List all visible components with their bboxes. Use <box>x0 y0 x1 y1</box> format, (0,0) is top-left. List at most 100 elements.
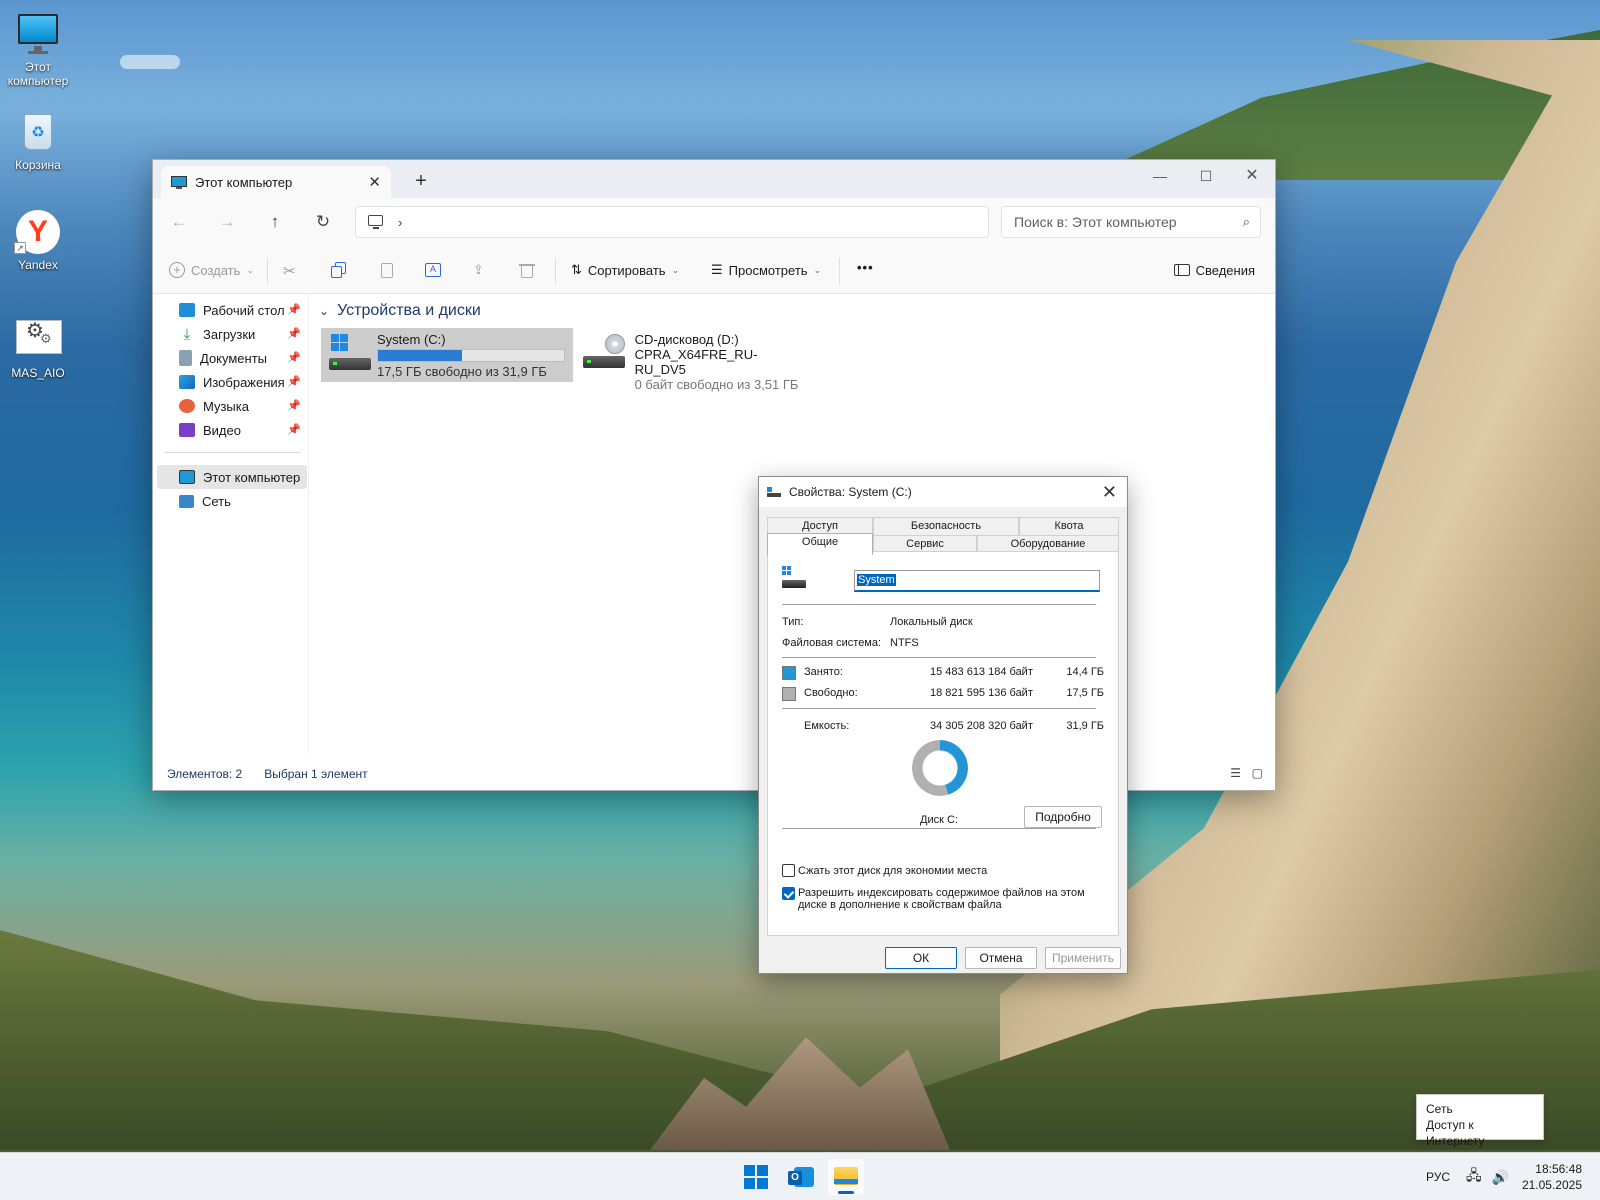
system-tray-network-volume[interactable]: 🖧 🔊 <box>1466 1153 1509 1200</box>
pin-icon[interactable]: 📌 <box>287 351 301 364</box>
videos-icon <box>179 423 195 437</box>
breadcrumb-chevron-icon[interactable]: › <box>398 215 402 230</box>
chevron-down-icon: ⌄ <box>813 264 822 275</box>
forward-button[interactable]: → <box>215 212 239 232</box>
up-button[interactable]: ↑ <box>263 212 287 232</box>
dialog-titlebar: Свойства: System (C:) <box>759 477 1127 507</box>
chevron-down-icon: ⌄ <box>319 304 330 318</box>
apply-button[interactable]: Применить <box>1045 947 1121 969</box>
filesystem-value: NTFS <box>890 637 919 649</box>
pin-icon[interactable]: 📌 <box>287 375 301 388</box>
pictures-icon <box>179 375 195 389</box>
volume-name-input[interactable]: System <box>854 570 1100 592</box>
drive-name: System (C:) <box>377 332 446 347</box>
tab-general[interactable]: Общие <box>767 533 873 555</box>
network-icon <box>179 494 194 508</box>
sidebar-item-network[interactable]: Сеть <box>157 489 307 513</box>
selection-count: Выбран 1 элемент <box>264 767 368 781</box>
drive-free-space: 0 байт свободно из 3,51 ГБ <box>634 377 799 392</box>
rename-button[interactable]: A <box>425 262 441 278</box>
tiles-view-icon[interactable]: ▢ <box>1252 766 1263 780</box>
dialog-close-button[interactable]: ✕ <box>1102 482 1117 503</box>
pin-icon[interactable]: 📌 <box>287 423 301 436</box>
downloads-icon: ⤓ <box>183 325 191 343</box>
refresh-button[interactable]: ↻ <box>311 212 335 232</box>
tab-security[interactable]: Безопасность <box>873 517 1019 535</box>
sidebar-item-music[interactable]: Музыка 📌 <box>157 394 307 418</box>
drive-usage-bar <box>377 349 565 362</box>
language-indicator[interactable]: РУС <box>1426 1153 1450 1200</box>
details-pane-button[interactable]: Сведения <box>1173 262 1255 278</box>
desktop-icon-yandex[interactable]: Y ↗ Yandex <box>3 210 73 272</box>
index-checkbox[interactable] <box>782 887 795 900</box>
tab-quota[interactable]: Квота <box>1019 517 1119 535</box>
close-window-button[interactable]: ✕ <box>1229 160 1275 192</box>
details-view-icon[interactable]: ☰ <box>1230 766 1241 780</box>
pin-icon[interactable]: 📌 <box>287 399 301 412</box>
clock[interactable]: 18:56:48 21.05.2025 <box>1522 1153 1582 1200</box>
create-button[interactable]: + Создать ⌄ <box>169 262 254 278</box>
file-explorer-app-button[interactable] <box>828 1159 864 1195</box>
dialog-title: Свойства: System (C:) <box>789 485 912 499</box>
monitor-icon <box>179 470 195 484</box>
sort-arrows-icon: ⇅ <box>571 262 582 277</box>
chevron-down-icon: ⌄ <box>671 264 680 275</box>
disk-label: Диск C: <box>920 814 958 826</box>
tab-this-pc[interactable]: Этот компьютер ✕ <box>161 166 391 198</box>
compress-checkbox[interactable] <box>782 864 795 877</box>
drive-c[interactable]: System (C:) 17,5 ГБ свободно из 31,9 ГБ <box>321 328 573 382</box>
yandex-icon: Y ↗ <box>14 210 60 254</box>
search-input[interactable]: Поиск в: Этот компьютер ⌕ <box>1001 206 1261 238</box>
desktop-icon-this-pc[interactable]: Этот компьютер <box>3 12 73 88</box>
outlook-app-button[interactable]: O <box>788 1163 816 1191</box>
monitor-icon <box>171 174 187 190</box>
ok-button[interactable]: ОК <box>885 947 957 969</box>
view-button[interactable]: ☰ Просмотреть ⌄ <box>711 262 821 278</box>
trash-icon <box>519 262 535 278</box>
start-button[interactable] <box>744 1165 768 1189</box>
desktop-icon <box>179 303 195 317</box>
minimize-button[interactable]: — <box>1137 160 1183 192</box>
paste-button[interactable] <box>379 262 395 278</box>
drive-d[interactable]: CD-дисковод (D:) CPRA_X64FRE_RU-RU_DV5 0… <box>575 328 815 392</box>
close-tab-icon[interactable]: ✕ <box>368 173 381 191</box>
used-color-swatch <box>782 666 796 680</box>
details-button[interactable]: Подробно <box>1024 806 1102 828</box>
sidebar-item-pictures[interactable]: Изображения 📌 <box>157 370 307 394</box>
cut-button[interactable]: ✂ <box>283 262 296 280</box>
delete-button[interactable] <box>519 262 535 278</box>
desktop-icon-recycle-bin[interactable]: ♻ Корзина <box>3 110 73 172</box>
pin-icon[interactable]: 📌 <box>287 303 301 316</box>
sidebar-divider <box>165 452 301 453</box>
navigation-bar: ← → ↑ ↻ › Поиск в: Этот компьютер ⌕ <box>153 198 1275 246</box>
command-bar: + Создать ⌄ ✂ A ⇪ ⇅ Сортировать ⌄ ☰ Просмотр… <box>153 246 1275 294</box>
windows-drive-icon <box>329 332 371 378</box>
sidebar-item-videos[interactable]: Видео 📌 <box>157 418 307 442</box>
disk-usage-donut <box>912 740 968 796</box>
sort-button[interactable]: ⇅ Сортировать ⌄ <box>571 262 679 278</box>
index-label: Разрешить индексировать содержимое файло… <box>798 887 1085 911</box>
cancel-button[interactable]: Отмена <box>965 947 1037 969</box>
desktop-icon-mas-aio[interactable]: ⚙ ⚙ MAS_AIO <box>3 318 73 380</box>
windows-drive-icon <box>782 566 808 592</box>
view-list-icon: ☰ <box>711 262 723 277</box>
new-tab-button[interactable]: + <box>409 170 433 193</box>
back-button[interactable]: ← <box>167 212 191 232</box>
sidebar-item-documents[interactable]: Документы 📌 <box>157 346 307 370</box>
used-space-row: Занято: 15 483 613 184 байт 14,4 ГБ <box>782 666 1104 682</box>
maximize-button[interactable]: ☐ <box>1183 160 1229 192</box>
monitor-outline-icon <box>368 214 384 230</box>
sidebar-item-this-pc[interactable]: Этот компьютер <box>157 465 307 489</box>
more-options-button[interactable]: ••• <box>857 260 874 275</box>
recycle-bin-icon: ♻ <box>16 110 60 154</box>
search-icon: ⌕ <box>1242 214 1250 229</box>
copy-button[interactable] <box>331 262 347 278</box>
sidebar-item-desktop[interactable]: Рабочий стол 📌 <box>157 298 307 322</box>
address-bar[interactable]: › <box>355 206 989 238</box>
pin-icon[interactable]: 📌 <box>287 327 301 340</box>
capacity-row: Емкость: 34 305 208 320 байт 31,9 ГБ <box>804 720 1104 732</box>
share-icon: ⇪ <box>473 262 484 277</box>
group-header-devices[interactable]: ⌄ Устройства и диски <box>319 302 481 320</box>
sidebar-item-downloads[interactable]: ⤓ Загрузки 📌 <box>157 322 307 346</box>
share-button[interactable]: ⇪ <box>473 262 484 278</box>
